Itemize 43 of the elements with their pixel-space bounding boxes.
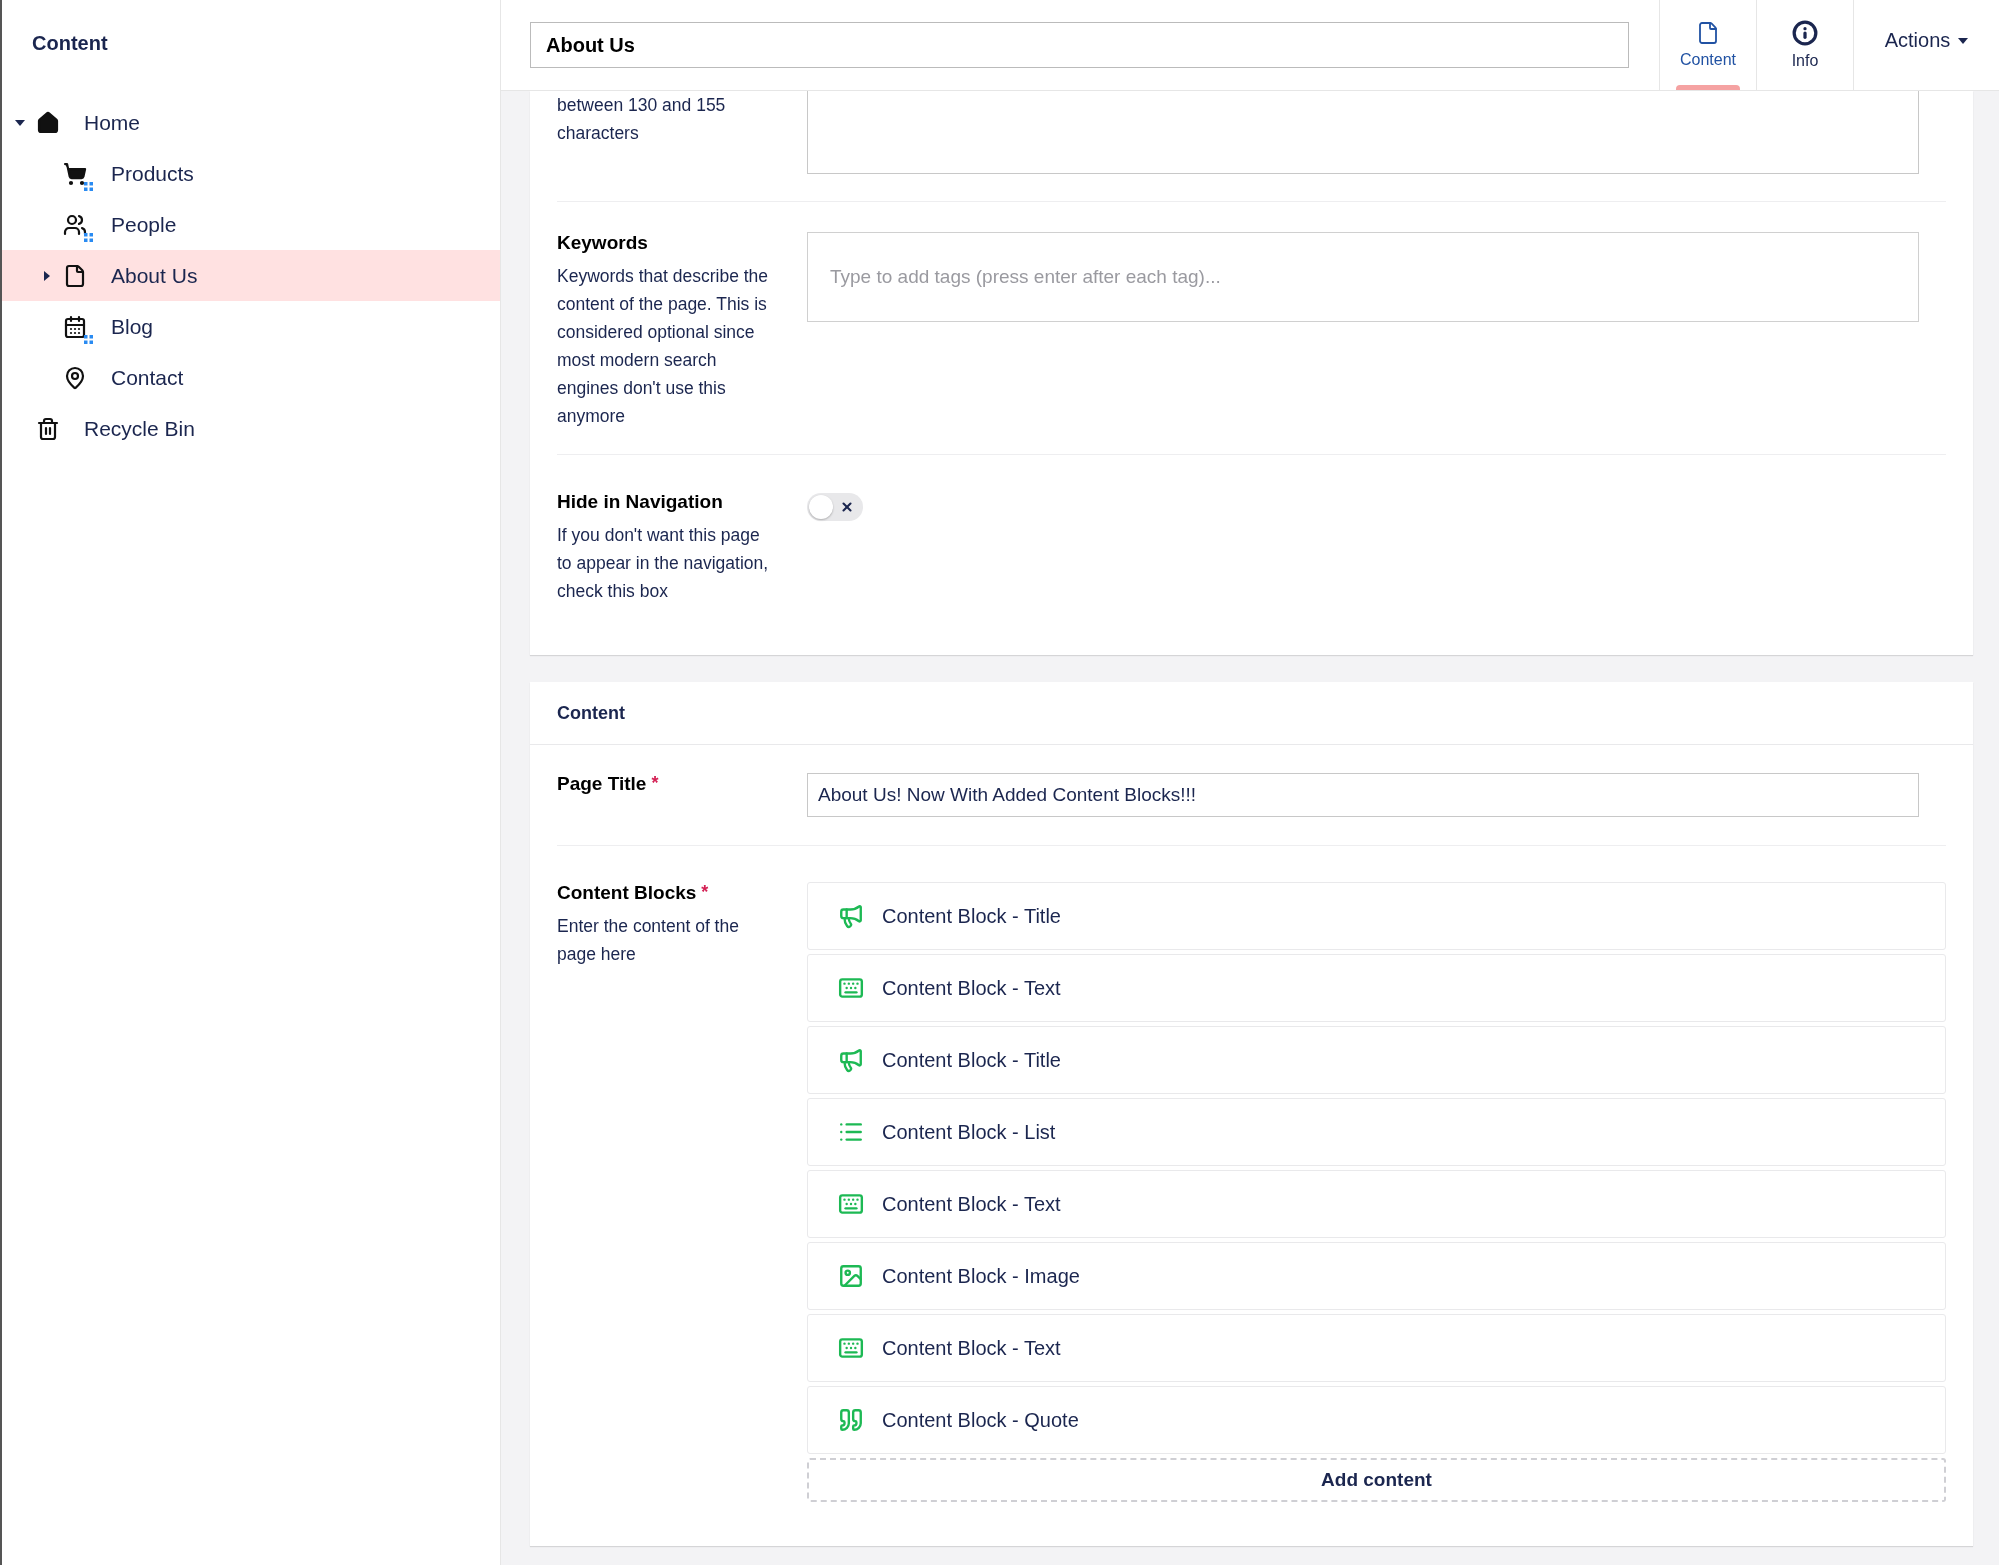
- textarea-field[interactable]: [807, 91, 1919, 174]
- required-mark: *: [701, 882, 709, 903]
- field-label: Page Title: [557, 773, 647, 795]
- page-name-field[interactable]: About Us: [530, 22, 1629, 68]
- image-icon: [838, 1263, 864, 1289]
- tree-item[interactable]: About Us: [2, 250, 500, 301]
- toggle-switch[interactable]: [807, 493, 863, 521]
- content-block-item[interactable]: Content Block - Text: [807, 1170, 1946, 1238]
- content-block-item[interactable]: Content Block - Title: [807, 1026, 1946, 1094]
- add-content-button[interactable]: Add content: [807, 1458, 1946, 1502]
- info-icon: [1792, 20, 1818, 46]
- tree-item[interactable]: Recycle Bin: [2, 403, 500, 454]
- megaphone-icon: [838, 1047, 864, 1073]
- content-block-item[interactable]: Content Block - Text: [807, 1314, 1946, 1382]
- caret-down-icon: [1958, 37, 1969, 44]
- field-description: Enter the content of the page here: [557, 915, 740, 966]
- quote-icon: [838, 1407, 864, 1433]
- page-title-field[interactable]: About Us! Now With Added Content Blocks!!!: [807, 773, 1919, 817]
- field-description: Keywords that describe the content of the page. This is considered optional since most modern search engines don't use this anymore: [557, 265, 770, 428]
- keyboard-icon: [838, 1335, 864, 1361]
- panel-title: Content: [530, 682, 1973, 745]
- keyboard-icon: [838, 1191, 864, 1217]
- content-block-item[interactable]: Content Block - Image: [807, 1242, 1946, 1310]
- caret-down-icon[interactable]: [15, 117, 25, 128]
- required-mark: *: [651, 773, 659, 794]
- keyboard-icon: [838, 975, 864, 1001]
- field-label: Keywords: [557, 232, 649, 254]
- content-block-item[interactable]: Content Block - Text: [807, 954, 1946, 1022]
- field-description: between 130 and 155 characters: [557, 94, 727, 145]
- content-block-item[interactable]: Content Block - Quote: [807, 1386, 1946, 1454]
- megaphone-icon: [838, 903, 864, 929]
- tree-item[interactable]: Contact: [2, 352, 500, 403]
- field-description: If you don't want this page to appear in the navigation, check this box: [557, 524, 770, 603]
- caret-right-icon[interactable]: [42, 270, 52, 281]
- close-icon: [840, 500, 854, 514]
- field-label: Hide in Navigation: [557, 491, 724, 513]
- tree-item[interactable]: Home: [2, 97, 500, 148]
- document-icon: [1696, 21, 1720, 45]
- content-block-item[interactable]: Content Block - Title: [807, 882, 1946, 950]
- field-label: Content Blocks: [557, 882, 697, 904]
- tags-field[interactable]: Type to add tags (press enter after each tag)...: [807, 232, 1919, 322]
- content-block-item[interactable]: Content Block - List: [807, 1098, 1946, 1166]
- sidebar-title: Content: [31, 31, 109, 56]
